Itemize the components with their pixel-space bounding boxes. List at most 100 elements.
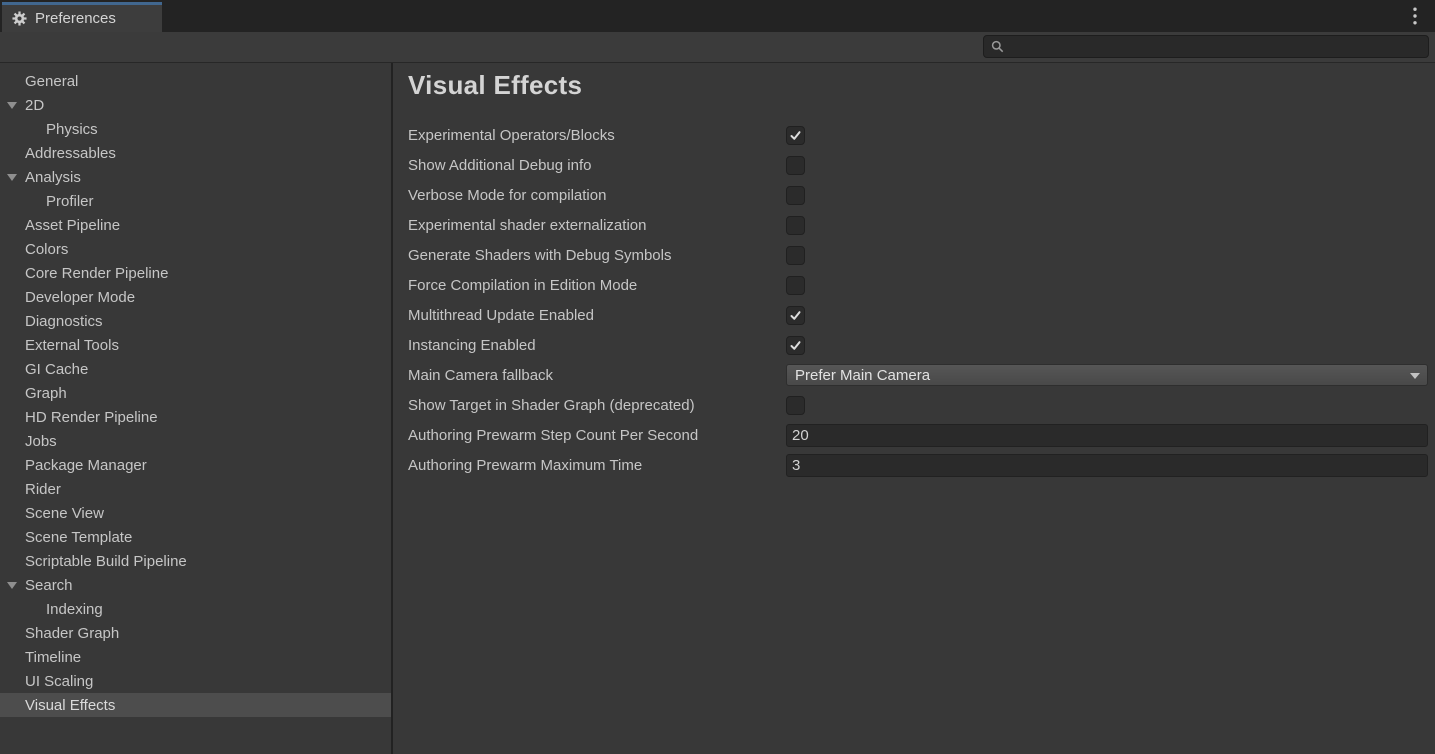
sidebar-item-profiler[interactable]: Profiler [0,189,391,213]
preferences-tab[interactable]: Preferences [2,2,162,32]
sidebar-item-scene-template[interactable]: Scene Template [0,525,391,549]
sidebar-item-label: Indexing [46,601,103,618]
setting-label: Force Compilation in Edition Mode [408,277,786,294]
instancing-enabled-checkbox[interactable] [786,336,805,355]
setting-row-show-additional-debug-info: Show Additional Debug info [408,150,1428,180]
gear-icon [12,11,27,26]
preferences-content: General 2DPhysics Addressables Analysis Prof… [0,63,1435,754]
setting-label: Verbose Mode for compilation [408,187,786,204]
setting-label: Multithread Update Enabled [408,307,786,324]
setting-label: Experimental shader externalization [408,217,786,234]
sidebar-item-colors[interactable]: Colors [0,237,391,261]
show-target-in-shader-graph-deprecated-checkbox[interactable] [786,396,805,415]
setting-label: Main Camera fallback [408,367,786,384]
sidebar-item-search[interactable]: Search [0,573,391,597]
sidebar-item-label: Diagnostics [25,313,103,330]
main-camera-fallback-dropdown[interactable]: Prefer Main Camera [786,364,1428,386]
generate-shaders-with-debug-symbols-checkbox[interactable] [786,246,805,265]
sidebar-item-general[interactable]: General [0,69,391,93]
search-input[interactable] [1009,35,1428,58]
force-compilation-in-edition-mode-checkbox[interactable] [786,276,805,295]
sidebar-item-label: External Tools [25,337,119,354]
expander-triangle-icon[interactable] [7,582,17,589]
search-field[interactable] [983,35,1429,58]
setting-row-main-camera-fallback: Main Camera fallback Prefer Main Camera [408,360,1428,390]
sidebar-item-scene-view[interactable]: Scene View [0,501,391,525]
experimental-shader-externalization-checkbox[interactable] [786,216,805,235]
sidebar-item-graph[interactable]: Graph [0,381,391,405]
sidebar-item-shader-graph[interactable]: Shader Graph [0,621,391,645]
sidebar-item-label: HD Render Pipeline [25,409,158,426]
sidebar-item-label: Developer Mode [25,289,135,306]
tab-title: Preferences [35,10,116,27]
sidebar-item-core-render-pipeline[interactable]: Core Render Pipeline [0,261,391,285]
sidebar-item-label: Asset Pipeline [25,217,120,234]
setting-row-experimental-shader-externalization: Experimental shader externalization [408,210,1428,240]
sidebar-item-gi-cache[interactable]: GI Cache [0,357,391,381]
sidebar-item-label: Scene Template [25,529,132,546]
sidebar-item-asset-pipeline[interactable]: Asset Pipeline [0,213,391,237]
expander-triangle-icon[interactable] [7,102,17,109]
experimental-operators-blocks-checkbox[interactable] [786,126,805,145]
sidebar-item-label: Scriptable Build Pipeline [25,553,187,570]
sidebar-item-2d[interactable]: 2D [0,93,391,117]
sidebar-item-label: Search [25,577,73,594]
setting-row-experimental-operators-blocks: Experimental Operators/Blocks [408,120,1428,150]
settings-panel: Visual Effects Experimental Operators/Bl… [393,63,1435,754]
sidebar-item-physics[interactable]: Physics [0,117,391,141]
sidebar-item-label: Visual Effects [25,697,115,714]
sidebar-item-hd-render-pipeline[interactable]: HD Render Pipeline [0,405,391,429]
sidebar-item-label: Profiler [46,193,94,210]
checkmark-icon [789,309,802,322]
setting-label: Instancing Enabled [408,337,786,354]
sidebar-item-diagnostics[interactable]: Diagnostics [0,309,391,333]
sidebar-item-label: Core Render Pipeline [25,265,168,282]
show-additional-debug-info-checkbox[interactable] [786,156,805,175]
sidebar-item-label: Analysis [25,169,81,186]
sidebar-item-label: Rider [25,481,61,498]
sidebar-item-developer-mode[interactable]: Developer Mode [0,285,391,309]
setting-label: Authoring Prewarm Maximum Time [408,457,786,474]
sidebar-item-label: Physics [46,121,98,138]
sidebar-item-label: Scene View [25,505,104,522]
sidebar-item-addressables[interactable]: Addressables [0,141,391,165]
sidebar-item-label: Timeline [25,649,81,666]
sidebar-item-package-manager[interactable]: Package Manager [0,453,391,477]
setting-label: Show Additional Debug info [408,157,786,174]
page-title: Visual Effects [408,69,1428,101]
toolbar [0,32,1435,63]
window-title-bar: Preferences [0,0,1435,32]
multithread-update-enabled-checkbox[interactable] [786,306,805,325]
sidebar-item-indexing[interactable]: Indexing [0,597,391,621]
sidebar-item-external-tools[interactable]: External Tools [0,333,391,357]
sidebar-item-ui-scaling[interactable]: UI Scaling [0,669,391,693]
sidebar-item-label: Addressables [25,145,116,162]
sidebar-item-visual-effects[interactable]: Visual Effects [0,693,391,717]
settings-list: Experimental Operators/Blocks Show Additi… [408,120,1428,480]
authoring-prewarm-step-count-per-second-input[interactable] [786,424,1428,447]
sidebar-item-label: Graph [25,385,67,402]
sidebar-item-label: Package Manager [25,457,147,474]
setting-row-multithread-update-enabled: Multithread Update Enabled [408,300,1428,330]
setting-label: Generate Shaders with Debug Symbols [408,247,786,264]
setting-label: Authoring Prewarm Step Count Per Second [408,427,786,444]
sidebar-item-label: 2D [25,97,44,114]
kebab-menu-icon[interactable] [1408,7,1422,25]
sidebar-item-rider[interactable]: Rider [0,477,391,501]
verbose-mode-for-compilation-checkbox[interactable] [786,186,805,205]
sidebar-item-analysis[interactable]: Analysis [0,165,391,189]
expander-triangle-icon[interactable] [7,174,17,181]
sidebar-item-label: UI Scaling [25,673,93,690]
setting-row-instancing-enabled: Instancing Enabled [408,330,1428,360]
sidebar-item-jobs[interactable]: Jobs [0,429,391,453]
search-icon [991,40,1004,53]
sidebar-item-scriptable-build-pipeline[interactable]: Scriptable Build Pipeline [0,549,391,573]
sidebar-item-label: Jobs [25,433,57,450]
setting-label: Experimental Operators/Blocks [408,127,786,144]
authoring-prewarm-maximum-time-input[interactable] [786,454,1428,477]
dropdown-value: Prefer Main Camera [795,367,930,384]
setting-label: Show Target in Shader Graph (deprecated) [408,397,786,414]
setting-row-verbose-mode-for-compilation: Verbose Mode for compilation [408,180,1428,210]
checkmark-icon [789,339,802,352]
sidebar-item-timeline[interactable]: Timeline [0,645,391,669]
